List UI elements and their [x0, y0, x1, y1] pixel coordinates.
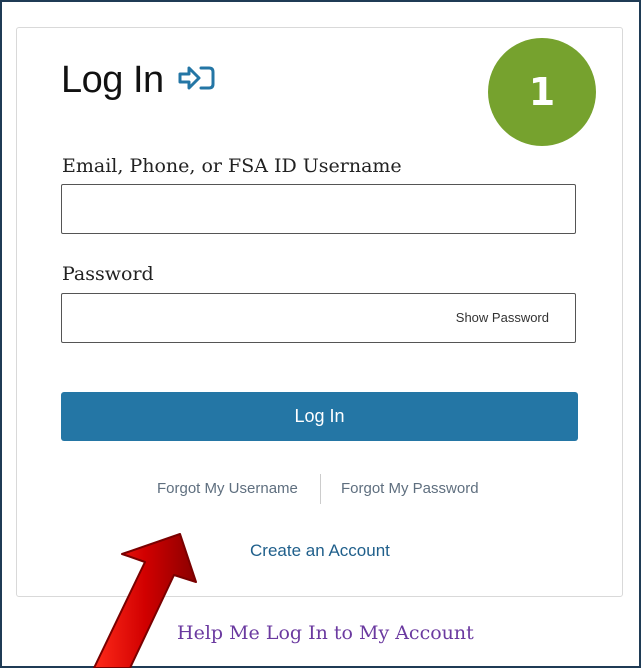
page-title: Log In	[61, 59, 164, 101]
login-button[interactable]: Log In	[61, 392, 578, 441]
email-field[interactable]	[61, 184, 576, 234]
password-label: Password	[62, 263, 154, 285]
password-input[interactable]	[62, 294, 442, 342]
login-arrow-icon	[178, 66, 215, 90]
step-badge: 1	[488, 38, 596, 146]
link-divider	[320, 474, 321, 504]
password-field[interactable]: Show Password	[61, 293, 576, 343]
forgot-password-link[interactable]: Forgot My Password	[341, 480, 479, 497]
email-label: Email, Phone, or FSA ID Username	[62, 155, 402, 177]
email-input[interactable]	[62, 185, 575, 233]
show-password-button[interactable]: Show Password	[456, 310, 549, 325]
red-arrow-icon	[93, 533, 197, 668]
forgot-username-link[interactable]: Forgot My Username	[157, 480, 298, 497]
create-account-link[interactable]: Create an Account	[250, 541, 390, 561]
